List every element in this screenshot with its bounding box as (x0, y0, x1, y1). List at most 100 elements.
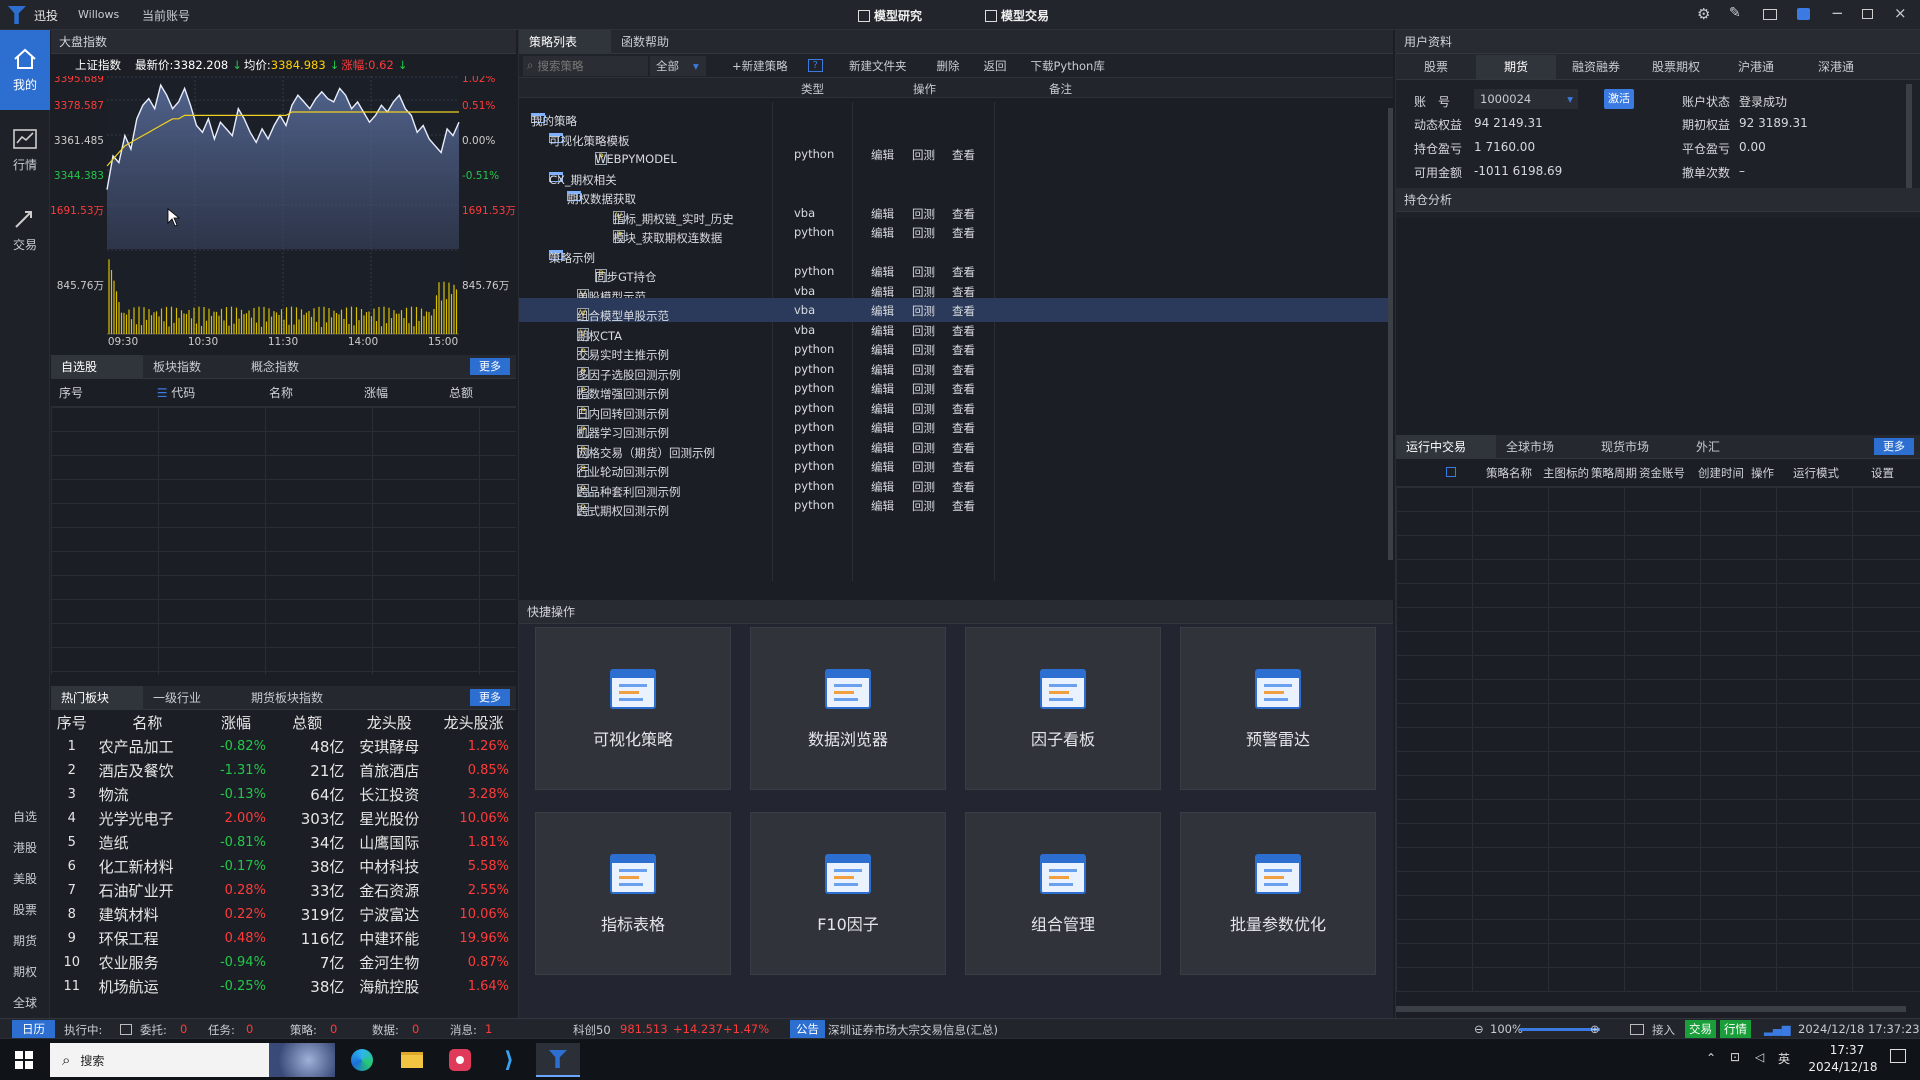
tab-global-market[interactable]: 全球市场 (1496, 435, 1591, 459)
quick-card[interactable]: 批量参数优化 (1180, 812, 1376, 975)
market-global[interactable]: 全球 (0, 987, 50, 1018)
notice-text[interactable]: 深圳证券市场大宗交易信息(汇总) (828, 1022, 998, 1038)
table-row[interactable]: 9 环保工程 0.48% 116亿 中建环能 19.96% (51, 926, 513, 950)
edit-button[interactable]: 编辑 (871, 498, 894, 514)
market-hk[interactable]: 港股 (0, 832, 50, 863)
zoom-slider[interactable] (1520, 1028, 1600, 1031)
new-folder-button[interactable]: 新建文件夹 (849, 58, 907, 74)
quick-card[interactable]: F10因子 (750, 812, 946, 975)
notification-icon[interactable] (1890, 1049, 1906, 1063)
tab-strategy-list[interactable]: 策略列表 (519, 29, 611, 54)
table-row[interactable]: 4 光学光电子 2.00% 303亿 星光股份 10.06% (51, 806, 513, 830)
delete-button[interactable]: 删除 (936, 58, 959, 74)
close-icon[interactable]: × (1894, 4, 1907, 22)
running-h-scrollbar[interactable] (1396, 1006, 1906, 1012)
ime-indicator[interactable]: 英 (1778, 1050, 1790, 1067)
data-label[interactable]: 数据: (372, 1022, 399, 1038)
tab-stock[interactable]: 股票 (1396, 55, 1476, 79)
account-select[interactable]: 1000024 ▾ (1474, 89, 1578, 109)
quick-card[interactable]: 可视化策略 (535, 627, 731, 790)
quick-card[interactable]: 组合管理 (965, 812, 1161, 975)
account-menu[interactable]: 当前账号 (142, 7, 190, 24)
col-settings[interactable]: 设置 (1871, 465, 1894, 481)
tab-concept-index[interactable]: 概念指数 (241, 355, 309, 379)
market-us[interactable]: 美股 (0, 863, 50, 894)
tab-industry-l1[interactable]: 一级行业 (143, 686, 241, 710)
taskbar-date[interactable]: 2024/12/18 (1800, 1060, 1886, 1074)
mode-research-tab[interactable]: 模型研究 (858, 7, 922, 24)
restore-icon[interactable] (1862, 9, 1873, 19)
download-python-lib-button[interactable]: 下载Python库 (1030, 58, 1104, 74)
tab-forex[interactable]: 外汇 (1686, 435, 1730, 459)
nav-trade[interactable]: 交易 (0, 190, 50, 270)
recorder-app-icon[interactable] (438, 1043, 482, 1077)
zoom-in-icon[interactable]: ⊕ (1590, 1022, 1600, 1036)
col-code[interactable]: ☰ 代码 (121, 384, 231, 401)
strategy-search[interactable]: ⌕ 搜索策略 (523, 55, 648, 76)
col-period[interactable]: 策略周期 (1591, 465, 1637, 481)
table-row[interactable]: 5 造纸 -0.81% 34亿 山鹰国际 1.81% (51, 830, 513, 854)
windows-start-icon[interactable] (2, 1043, 46, 1077)
col-account[interactable]: 资金账号 (1639, 465, 1685, 481)
watchlist-more-button[interactable]: 更多 (470, 358, 510, 375)
quote-status-tag[interactable]: 行情 (1720, 1020, 1751, 1038)
market-watchlist[interactable]: 自选 (0, 801, 50, 832)
quick-card[interactable]: 指标表格 (535, 812, 731, 975)
tray-chevron-up-icon[interactable]: ⌃ (1706, 1051, 1716, 1065)
file-explorer-icon[interactable] (390, 1043, 434, 1077)
tree-strategy[interactable]: P 跨式期权回测示例 python 编辑 回测 查看 (519, 493, 1388, 518)
tab-hot-sector[interactable]: 热门板块 (51, 685, 143, 710)
vscode-icon[interactable]: ⟩ (487, 1043, 531, 1077)
view-button[interactable]: 查看 (952, 498, 975, 514)
network-icon[interactable]: ⊡ (1730, 1050, 1740, 1064)
volume-icon[interactable]: ◁ (1755, 1050, 1764, 1064)
taskbar-search[interactable]: ⌕ 搜索 (50, 1043, 335, 1077)
orders-label[interactable]: 委托: (140, 1022, 167, 1038)
activate-button[interactable]: 激活 (1604, 89, 1634, 109)
market-stock[interactable]: 股票 (0, 894, 50, 925)
nav-market[interactable]: 行情 (0, 110, 50, 190)
tab-margin[interactable]: 融资融券 (1556, 55, 1636, 79)
table-row[interactable]: 6 化工新材料 -0.17% 38亿 中材科技 5.58% (51, 854, 513, 878)
skin-shirt-icon[interactable] (1797, 8, 1810, 20)
tab-futures[interactable]: 期货 (1476, 54, 1556, 79)
access-label[interactable]: 接入 (1652, 1022, 1675, 1038)
running-more-button[interactable]: 更多 (1874, 438, 1914, 455)
col-index[interactable]: 序号 (51, 710, 93, 734)
table-row[interactable]: 10 农业服务 -0.94% 7亿 金河生物 0.87% (51, 950, 513, 974)
nav-mine[interactable]: 我的 (0, 30, 50, 110)
help-icon[interactable]: ? (807, 59, 823, 72)
quick-card[interactable]: 因子看板 (965, 627, 1161, 790)
intraday-chart[interactable]: 3395.689 3378.587 3361.485 3344.383 1691.53万… (50, 73, 516, 348)
tab-stock-options[interactable]: 股票期权 (1636, 55, 1716, 79)
tasks-label[interactable]: 任务: (208, 1022, 235, 1038)
hot-sector-more-button[interactable]: 更多 (470, 689, 510, 706)
taskbar-time[interactable]: 17:37 (1812, 1043, 1882, 1057)
col-main-symbol[interactable]: 主图标的 (1543, 465, 1589, 481)
kc50-name[interactable]: 科创50 (573, 1022, 611, 1038)
calendar-button[interactable]: 日历 (12, 1020, 55, 1038)
table-row[interactable]: 1 农产品加工 -0.82% 48亿 安琪酵母 1.26% (51, 734, 513, 758)
market-futures[interactable]: 期货 (0, 925, 50, 956)
edit-icon[interactable]: ✎ (1729, 5, 1741, 21)
table-row[interactable]: 2 酒店及餐饮 -1.31% 21亿 首旅酒店 0.85% (51, 758, 513, 782)
quick-card[interactable]: 数据浏览器 (750, 627, 946, 790)
strategy-scrollbar[interactable] (1388, 108, 1393, 560)
mode-trade-tab[interactable]: 模型交易 (985, 7, 1049, 24)
col-operation[interactable]: 操作 (1751, 465, 1774, 481)
col-change[interactable]: 涨幅 (202, 710, 270, 734)
col-change[interactable]: 涨幅 (331, 384, 421, 401)
select-all-checkbox[interactable] (1446, 467, 1456, 477)
strategy-filter-select[interactable]: 全部 ▾ (650, 55, 706, 76)
col-leader[interactable]: 龙头股 (344, 710, 434, 734)
back-button[interactable]: 返回 (983, 58, 1006, 74)
tab-running-trades[interactable]: 运行中交易 (1396, 434, 1496, 459)
col-leader-change[interactable]: 龙头股涨 (434, 710, 513, 734)
table-row[interactable]: 11 机场航运 -0.25% 38亿 海航控股 1.64% (51, 974, 513, 998)
col-created[interactable]: 创建时间 (1698, 465, 1744, 481)
tab-sh-hk-connect[interactable]: 沪港通 (1716, 55, 1796, 79)
tab-spot-market[interactable]: 现货市场 (1591, 435, 1686, 459)
new-strategy-button[interactable]: +新建策略 (732, 58, 788, 74)
tab-sector-index[interactable]: 板块指数 (143, 355, 241, 379)
user-name[interactable]: Willows (78, 8, 119, 21)
